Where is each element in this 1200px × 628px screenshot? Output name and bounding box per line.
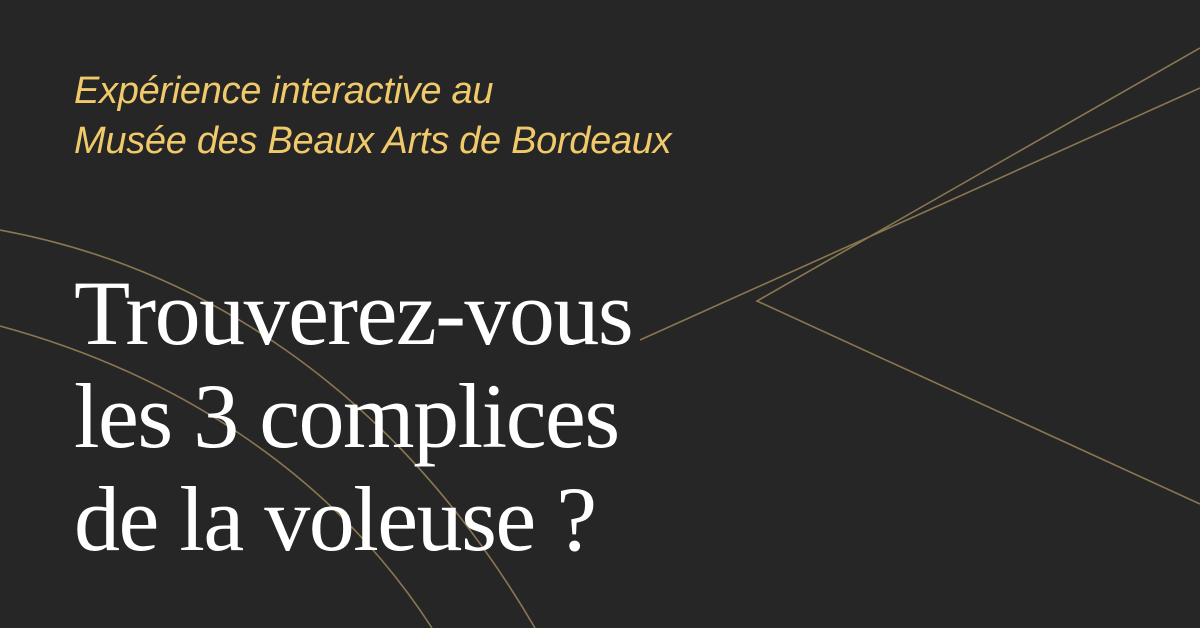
decorative-diagonal <box>639 87 1200 341</box>
headline-line-2: les 3 complices <box>74 365 620 467</box>
decorative-chevron <box>755 47 1200 505</box>
headline: Trouverez-vous les 3 complices de la vol… <box>74 262 634 571</box>
subtitle-line-2: Musée des Beaux Arts de Bordeaux <box>74 120 672 162</box>
subtitle-line-1: Expérience interactive au <box>74 70 494 112</box>
event-subtitle: Expérience interactive au Musée des Beau… <box>74 66 672 166</box>
headline-line-1: Trouverez-vous <box>74 262 634 364</box>
headline-line-3: de la voleuse ? <box>74 468 597 570</box>
banner: Expérience interactive au Musée des Beau… <box>0 0 1200 628</box>
